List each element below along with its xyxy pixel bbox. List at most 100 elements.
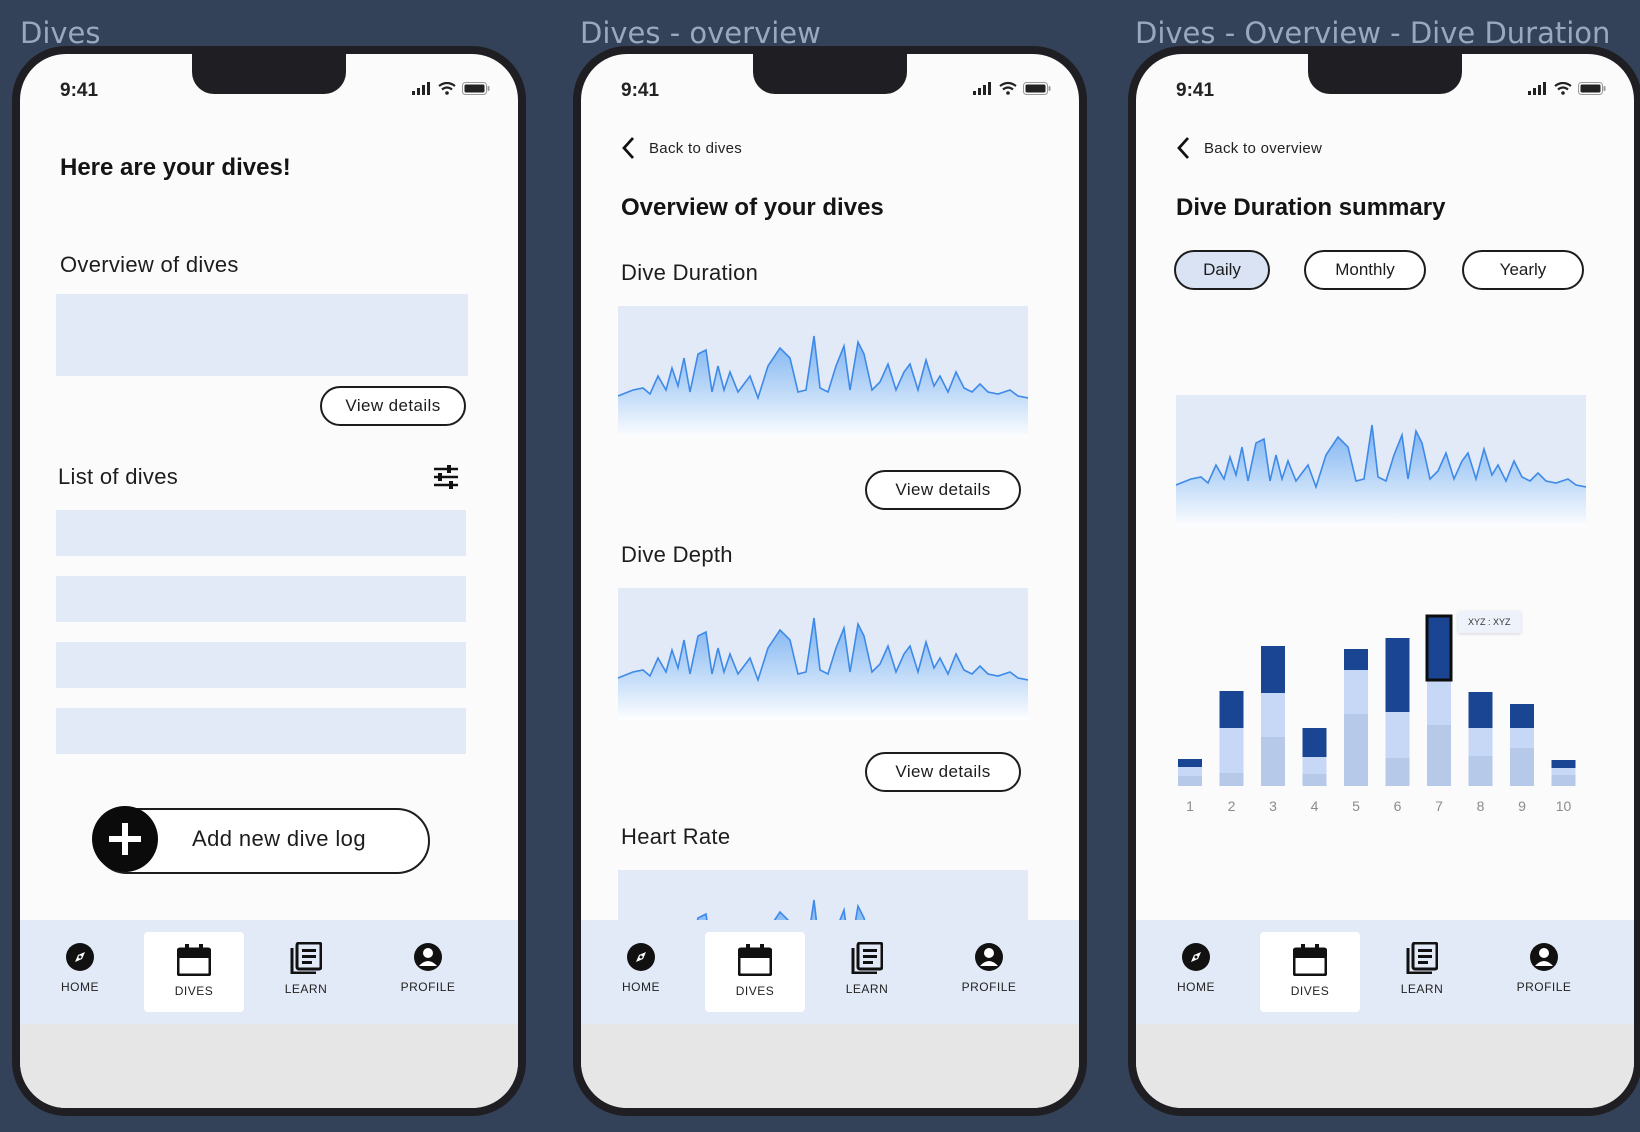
nav-profile[interactable]: PROFILE: [378, 932, 478, 1012]
book-icon: [851, 942, 883, 974]
list-item[interactable]: [56, 708, 466, 754]
x-tick-label: 2: [1227, 798, 1236, 814]
nav-home[interactable]: HOME: [1146, 932, 1246, 1012]
phone-duration: 9:41 Back to overview Dive Duration summ…: [1128, 46, 1640, 1116]
list-item[interactable]: [56, 510, 466, 556]
wifi-icon: [438, 82, 456, 95]
nav-learn[interactable]: LEARN: [1372, 932, 1472, 1012]
x-tick-label: 8: [1476, 798, 1485, 814]
back-link[interactable]: Back to overview: [1176, 136, 1322, 160]
bar-segment[interactable]: [1344, 714, 1368, 786]
bar-segment[interactable]: [1510, 728, 1534, 748]
filter-sliders-icon[interactable]: [432, 464, 460, 490]
nav-learn[interactable]: LEARN: [256, 932, 356, 1012]
bar-segment[interactable]: [1425, 614, 1453, 682]
bar-segment[interactable]: [1427, 725, 1451, 786]
status-icons: [973, 82, 1051, 95]
duration-wave-chart: [1176, 395, 1586, 527]
wifi-icon: [1554, 82, 1572, 95]
bar-segment[interactable]: [1385, 712, 1410, 758]
bar-segment[interactable]: [1468, 692, 1493, 728]
status-icons: [1528, 82, 1606, 95]
bar-segment[interactable]: [1510, 704, 1534, 728]
list-item[interactable]: [56, 576, 466, 622]
bar-segment[interactable]: [1551, 768, 1576, 775]
home-indicator-area: [581, 1024, 1079, 1108]
nav-home[interactable]: HOME: [591, 932, 691, 1012]
bar-segment[interactable]: [1178, 767, 1202, 776]
nav-dives-label: DIVES: [174, 984, 214, 998]
bottom-nav: HOME DIVES LEARN PROFILE: [581, 920, 1079, 1024]
tab-daily[interactable]: Daily: [1174, 250, 1270, 290]
view-details-button[interactable]: View details: [865, 470, 1021, 510]
add-dive-log-button[interactable]: Add new dive log: [92, 806, 430, 874]
back-link[interactable]: Back to dives: [621, 136, 742, 160]
nav-dives-label: DIVES: [1290, 984, 1330, 998]
list-item[interactable]: [56, 642, 466, 688]
bar-segment[interactable]: [1219, 691, 1244, 728]
nav-home[interactable]: HOME: [30, 932, 130, 1012]
add-dive-log-label: Add new dive log: [192, 826, 366, 851]
battery-icon: [1023, 82, 1051, 95]
bottom-nav: HOME DIVES LEARN PROFILE: [20, 920, 518, 1024]
bar-segment[interactable]: [1219, 728, 1244, 773]
screen: 9:41 Back to overview Dive Duration summ…: [1136, 54, 1634, 1108]
bar-segment[interactable]: [1261, 737, 1285, 786]
book-icon: [1406, 942, 1438, 974]
bar-segment[interactable]: [1219, 773, 1244, 786]
user-circle-icon: [975, 943, 1003, 971]
overview-heading: Overview of dives: [60, 252, 239, 277]
x-tick-label: 10: [1555, 798, 1572, 814]
wave-graphic: [1176, 424, 1586, 527]
status-time: 9:41: [60, 80, 99, 101]
nav-home-label: HOME: [1177, 980, 1215, 994]
bar-segment[interactable]: [1302, 774, 1327, 786]
bar-segment[interactable]: [1261, 646, 1285, 693]
bar-segment[interactable]: [1302, 757, 1327, 774]
nav-dives[interactable]: DIVES: [144, 932, 244, 1012]
bar-segment[interactable]: [1551, 775, 1576, 786]
status-time: 9:41: [1176, 80, 1215, 101]
signal-icon: [1528, 82, 1546, 95]
tab-yearly[interactable]: Yearly: [1462, 250, 1584, 290]
back-label: Back to dives: [649, 139, 743, 157]
nav-profile[interactable]: PROFILE: [1494, 932, 1594, 1012]
x-tick-label: 1: [1186, 798, 1194, 814]
section-heading-heart-rate: Heart Rate: [621, 824, 731, 849]
bar-segment[interactable]: [1427, 680, 1451, 725]
nav-dives[interactable]: DIVES: [1260, 932, 1360, 1012]
bar-segment[interactable]: [1302, 728, 1327, 757]
tab-monthly[interactable]: Monthly: [1304, 250, 1426, 290]
bar-segment[interactable]: [1344, 649, 1368, 670]
calendar-icon: [1293, 944, 1327, 976]
bar-segment[interactable]: [1510, 748, 1534, 786]
bar-segment[interactable]: [1344, 670, 1368, 714]
nav-profile[interactable]: PROFILE: [939, 932, 1039, 1012]
bar-tooltip: XYZ : XYZ: [1458, 611, 1521, 633]
x-tick-label: 7: [1435, 798, 1443, 814]
plus-icon: [92, 806, 158, 872]
nav-dives[interactable]: DIVES: [705, 932, 805, 1012]
bar-segment[interactable]: [1178, 759, 1202, 767]
bar-segment[interactable]: [1551, 760, 1576, 768]
bar-segment[interactable]: [1468, 756, 1493, 786]
bar-segment[interactable]: [1261, 693, 1285, 737]
signal-icon: [412, 82, 430, 95]
view-details-button[interactable]: View details: [320, 386, 466, 426]
bar-segment[interactable]: [1385, 758, 1410, 786]
x-tick-label: 9: [1518, 798, 1526, 814]
overview-placeholder: [56, 294, 468, 376]
bar-segment[interactable]: [1468, 728, 1493, 756]
signal-icon: [973, 82, 991, 95]
frame-label-overview: Dives - overview: [580, 16, 821, 50]
battery-icon: [1578, 82, 1606, 95]
nav-learn[interactable]: LEARN: [817, 932, 917, 1012]
chevron-left-icon: [622, 137, 635, 159]
page-title: Dive Duration summary: [1176, 194, 1446, 221]
user-circle-icon: [414, 943, 442, 971]
view-details-button[interactable]: View details: [865, 752, 1021, 792]
bar-segment[interactable]: [1385, 638, 1410, 712]
x-tick-label: 6: [1393, 798, 1402, 814]
bar-segment[interactable]: [1178, 776, 1202, 786]
page-title: Overview of your dives: [621, 194, 884, 221]
